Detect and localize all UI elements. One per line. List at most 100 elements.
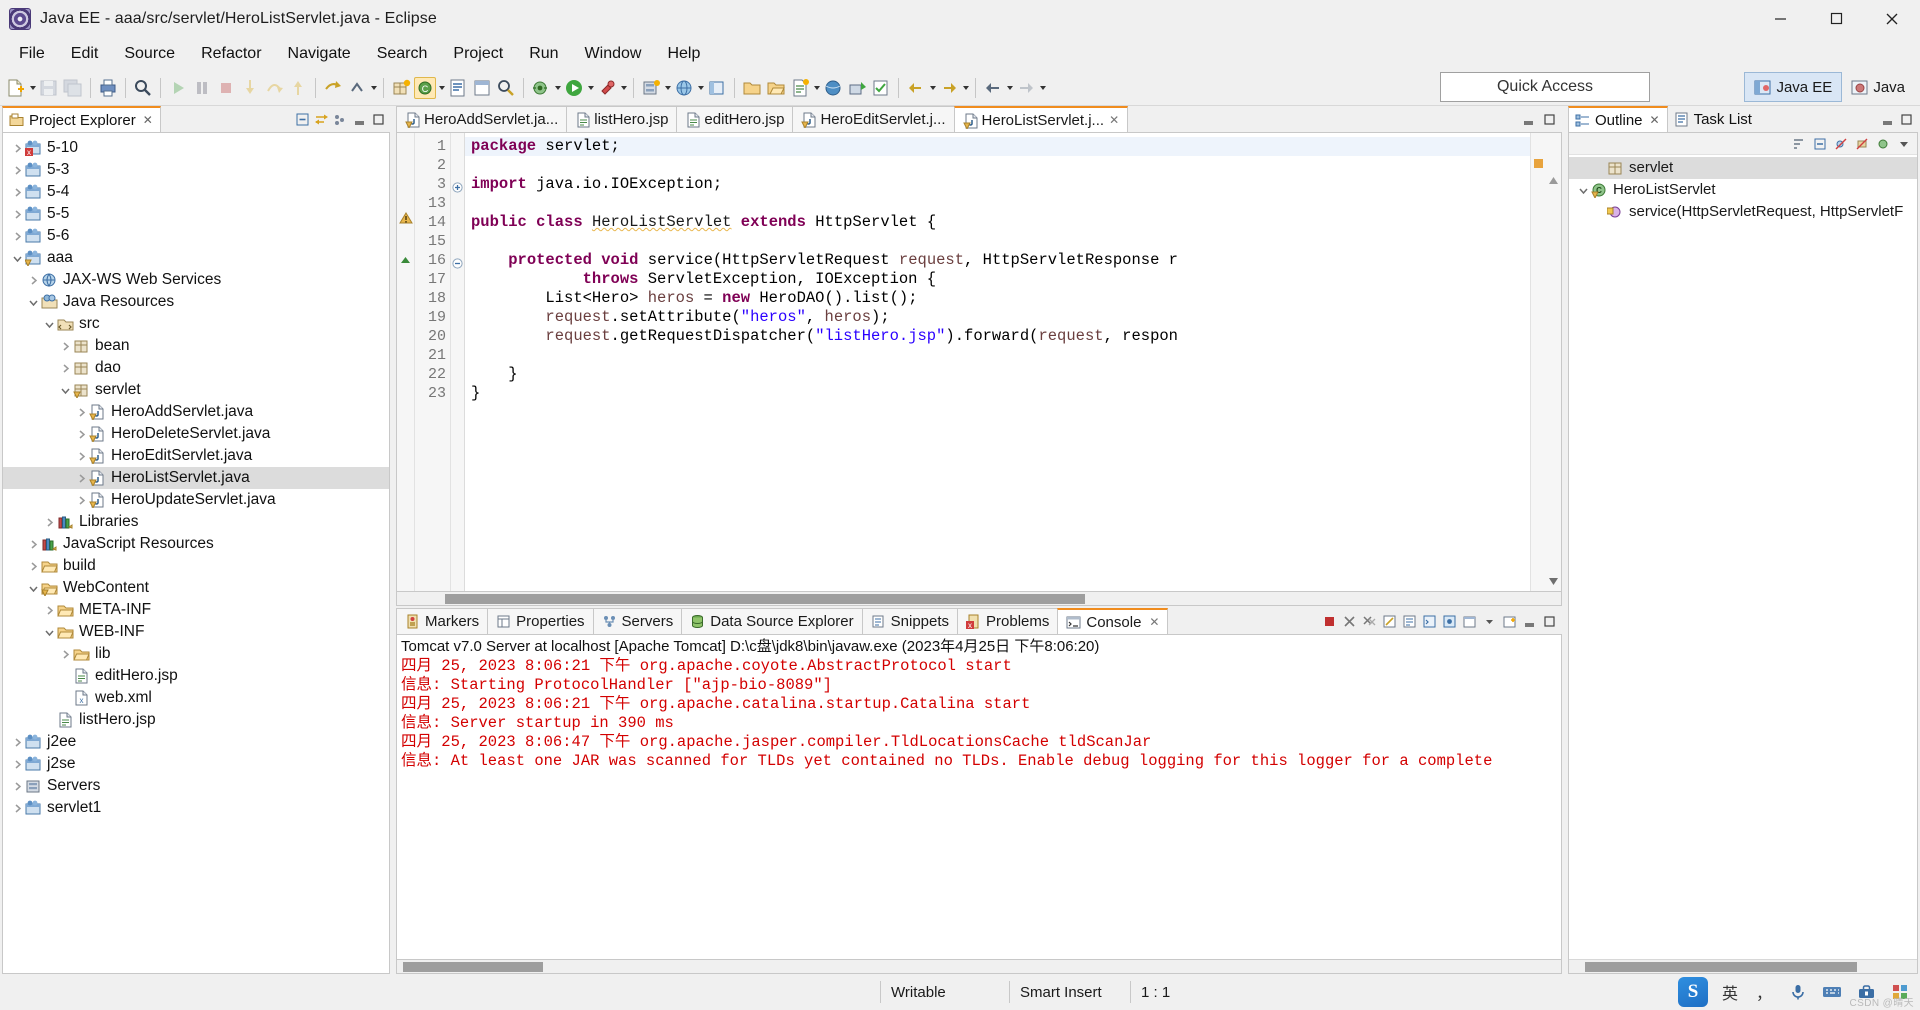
debug-resume-icon[interactable]	[167, 77, 189, 99]
tree-item[interactable]: bean	[3, 335, 389, 357]
hide-nonpublic-icon[interactable]	[1874, 135, 1892, 153]
ime-punctuation-toggle[interactable]: ，	[1752, 980, 1776, 1004]
new-dropdown-icon[interactable]	[28, 77, 37, 99]
step-return-icon[interactable]	[287, 77, 309, 99]
outline-hscroll-thumb[interactable]	[1585, 962, 1857, 972]
chevron-down-icon[interactable]	[41, 316, 57, 332]
code-line[interactable]	[465, 194, 1530, 213]
debug-dropdown-icon[interactable]	[553, 77, 562, 99]
editor-vertical-scrollbar[interactable]	[1546, 133, 1561, 591]
close-icon[interactable]: ✕	[1650, 113, 1660, 127]
outline-item[interactable]: service(HttpServletRequest, HttpServletF	[1569, 201, 1917, 223]
link-with-editor-icon[interactable]	[312, 110, 330, 128]
code-line[interactable]	[465, 156, 1530, 175]
chevron-down-icon[interactable]	[25, 294, 41, 310]
open-console-icon[interactable]	[1460, 612, 1478, 630]
chevron-right-icon[interactable]	[9, 800, 25, 816]
tree-item[interactable]: Servers	[3, 775, 389, 797]
maximize-console-icon[interactable]	[1540, 612, 1558, 630]
bottom-tab-data-source-explorer[interactable]: Data Source Explorer	[681, 608, 863, 634]
close-icon[interactable]: ✕	[1109, 113, 1119, 127]
tree-item[interactable]: build	[3, 555, 389, 577]
run-icon[interactable]	[563, 77, 585, 99]
annotation-dropdown-icon[interactable]	[369, 77, 378, 99]
code-line[interactable]: package servlet;	[465, 137, 1530, 156]
open-perspective-icon[interactable]	[706, 77, 728, 99]
tree-item[interactable]: servlet1	[3, 797, 389, 819]
forward-dropdown-icon[interactable]	[1038, 77, 1047, 99]
chevron-right-icon[interactable]	[9, 734, 25, 750]
forward-icon[interactable]	[1015, 77, 1037, 99]
hide-fields-icon[interactable]	[1832, 135, 1850, 153]
editor-horizontal-scrollbar[interactable]	[396, 592, 1562, 606]
tree-item[interactable]: j2ee	[3, 731, 389, 753]
tree-item[interactable]: HeroEditServlet.java	[3, 445, 389, 467]
new-java-class-icon[interactable]: C	[414, 76, 436, 99]
chevron-right-icon[interactable]	[73, 470, 89, 486]
tree-item[interactable]: JAX-WS Web Services	[3, 269, 389, 291]
run-dropdown-icon[interactable]	[586, 77, 595, 99]
print-icon[interactable]	[97, 77, 119, 99]
run-external-tools-icon[interactable]	[596, 77, 618, 99]
console-horizontal-scrollbar[interactable]	[396, 960, 1562, 974]
deploy-icon[interactable]	[846, 77, 868, 99]
close-icon[interactable]: ✕	[1149, 615, 1159, 629]
minimize-view-icon[interactable]	[350, 110, 368, 128]
step-over-icon[interactable]	[263, 77, 285, 99]
tree-item[interactable]: lib	[3, 643, 389, 665]
tree-item[interactable]: HeroListServlet.java	[3, 467, 389, 489]
hide-static-icon[interactable]	[1853, 135, 1871, 153]
menu-item-refactor[interactable]: Refactor	[188, 41, 274, 67]
bottom-tab-snippets[interactable]: Snippets	[861, 608, 959, 634]
debug-launch-icon[interactable]	[530, 77, 552, 99]
chevron-down-icon[interactable]	[57, 382, 73, 398]
code-line[interactable]: }	[465, 365, 1530, 384]
code-line[interactable]	[465, 232, 1530, 251]
chevron-right-icon[interactable]	[73, 426, 89, 442]
overview-warning-marker[interactable]	[1534, 159, 1543, 168]
step-into-icon[interactable]	[239, 77, 261, 99]
tree-item[interactable]: HeroUpdateServlet.java	[3, 489, 389, 511]
chevron-right-icon[interactable]	[25, 272, 41, 288]
chevron-down-icon[interactable]	[9, 250, 25, 266]
chevron-down-icon[interactable]	[1575, 182, 1591, 198]
tree-item[interactable]: servlet	[3, 379, 389, 401]
new-server-icon[interactable]	[640, 77, 662, 99]
editor-tab[interactable]: HeroAddServlet.ja...	[396, 106, 568, 132]
tree-item[interactable]: listHero.jsp	[3, 709, 389, 731]
chevron-right-icon[interactable]	[9, 756, 25, 772]
editor-overview-ruler[interactable]	[1530, 133, 1546, 591]
outline-item[interactable]: servlet	[1569, 157, 1917, 179]
code-line[interactable]: import java.io.IOException;	[465, 175, 1530, 194]
tree-item[interactable]: src	[3, 313, 389, 335]
override-marker-icon[interactable]	[397, 247, 414, 266]
validate-icon[interactable]	[870, 77, 892, 99]
globe-icon[interactable]	[822, 77, 844, 99]
minimize-view-icon[interactable]	[1878, 110, 1896, 128]
tree-item[interactable]: Libraries	[3, 511, 389, 533]
code-line[interactable]: List<Hero> heros = new HeroDAO().list();	[465, 289, 1530, 308]
bottom-tab-servers[interactable]: Servers	[592, 608, 683, 634]
external-tools-dropdown-icon[interactable]	[619, 77, 628, 99]
menu-item-navigate[interactable]: Navigate	[275, 41, 364, 67]
browser-dropdown-icon[interactable]	[696, 77, 705, 99]
fold-expand-icon[interactable]	[451, 175, 464, 194]
bottom-tab-problems[interactable]: x Problems	[957, 608, 1059, 634]
save-all-icon[interactable]	[62, 77, 84, 99]
search-icon[interactable]	[132, 77, 154, 99]
outline-item[interactable]: C HeroListServlet	[1569, 179, 1917, 201]
server-dropdown-icon[interactable]	[663, 77, 672, 99]
chevron-right-icon[interactable]	[9, 140, 25, 156]
view-menu-icon[interactable]	[331, 110, 349, 128]
chevron-right-icon[interactable]	[73, 492, 89, 508]
tab-outline[interactable]: Outline ✕	[1568, 106, 1668, 132]
close-icon[interactable]: ✕	[143, 113, 153, 127]
chevron-right-icon[interactable]	[57, 646, 73, 662]
chevron-right-icon[interactable]	[73, 448, 89, 464]
back-dropdown-icon[interactable]	[1005, 77, 1014, 99]
menu-item-run[interactable]: Run	[516, 41, 571, 67]
new-java-package-icon[interactable]	[390, 77, 412, 99]
maximize-editor-icon[interactable]	[1540, 110, 1558, 128]
chevron-down-icon[interactable]	[41, 624, 57, 640]
minimize-editor-icon[interactable]	[1519, 110, 1537, 128]
